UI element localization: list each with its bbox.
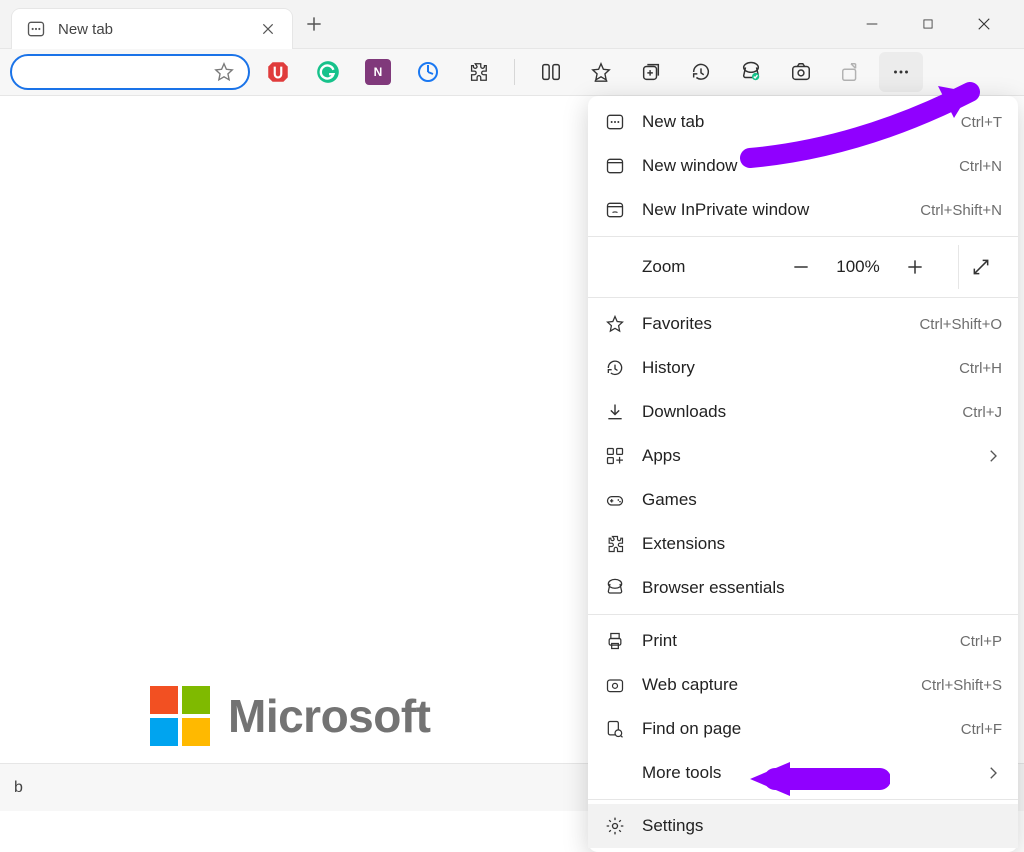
adblock-extension-icon[interactable] <box>256 52 300 92</box>
menu-item-history[interactable]: History Ctrl+H <box>588 346 1018 390</box>
onenote-extension-icon[interactable]: N <box>356 52 400 92</box>
games-icon <box>604 489 626 511</box>
app-menu: New tab Ctrl+T New window Ctrl+N New InP… <box>588 96 1018 852</box>
toolbar-separator <box>514 59 515 85</box>
zoom-value: 100% <box>832 257 884 277</box>
shortcut-text: Ctrl+Shift+N <box>920 202 1002 219</box>
window-close-button[interactable] <box>956 0 1012 48</box>
shortcut-text: Ctrl+F <box>961 721 1002 738</box>
shortcut-text: Ctrl+J <box>962 404 1002 421</box>
fullscreen-button[interactable] <box>958 245 1002 289</box>
tab-close-button[interactable] <box>258 19 278 39</box>
menu-item-print[interactable]: Print Ctrl+P <box>588 619 1018 663</box>
address-bar[interactable] <box>10 54 250 90</box>
history-button[interactable] <box>679 52 723 92</box>
bottom-bar-text: b <box>14 779 23 797</box>
shortcut-text: Ctrl+Shift+S <box>921 677 1002 694</box>
privacy-extension-icon[interactable] <box>406 52 450 92</box>
split-screen-button[interactable] <box>529 52 573 92</box>
menu-item-browser-essentials[interactable]: Browser essentials <box>588 566 1018 610</box>
grammarly-extension-icon[interactable] <box>306 52 350 92</box>
inprivate-icon <box>604 199 626 221</box>
shortcut-text: Ctrl+H <box>959 360 1002 377</box>
menu-separator <box>588 297 1018 298</box>
favorites-button[interactable] <box>579 52 623 92</box>
menu-separator <box>588 236 1018 237</box>
extensions-icon <box>604 533 626 555</box>
zoom-out-button[interactable] <box>784 250 818 284</box>
downloads-icon <box>604 401 626 423</box>
collections-button[interactable] <box>629 52 673 92</box>
chevron-right-icon <box>984 447 1002 465</box>
new-tab-page-icon <box>26 19 46 39</box>
favorite-star-icon[interactable] <box>212 60 236 84</box>
shortcut-text: Ctrl+P <box>960 633 1002 650</box>
title-bar: New tab <box>0 0 1024 48</box>
menu-item-web-capture[interactable]: Web capture Ctrl+Shift+S <box>588 663 1018 707</box>
history-icon <box>604 357 626 379</box>
settings-icon <box>604 815 626 837</box>
menu-item-new-inprivate[interactable]: New InPrivate window Ctrl+Shift+N <box>588 188 1018 232</box>
microsoft-logo-text: Microsoft <box>228 689 431 743</box>
shortcut-text: Ctrl+Shift+O <box>919 316 1002 333</box>
new-tab-button[interactable] <box>292 4 336 44</box>
browser-essentials-icon <box>604 577 626 599</box>
menu-item-downloads[interactable]: Downloads Ctrl+J <box>588 390 1018 434</box>
menu-item-zoom: Zoom 100% <box>588 241 1018 293</box>
window-minimize-button[interactable] <box>844 0 900 48</box>
blank-icon <box>604 762 626 784</box>
menu-item-favorites[interactable]: Favorites Ctrl+Shift+O <box>588 302 1018 346</box>
apps-icon <box>604 445 626 467</box>
microsoft-logo-icon <box>150 686 210 746</box>
menu-item-find-on-page[interactable]: Find on page Ctrl+F <box>588 707 1018 751</box>
window-maximize-button[interactable] <box>900 0 956 48</box>
browser-tab[interactable]: New tab <box>12 9 292 49</box>
web-capture-icon <box>604 674 626 696</box>
menu-item-apps[interactable]: Apps <box>588 434 1018 478</box>
print-icon <box>604 630 626 652</box>
zoom-in-button[interactable] <box>898 250 932 284</box>
annotation-arrow-bottom <box>740 754 890 804</box>
menu-item-games[interactable]: Games <box>588 478 1018 522</box>
extensions-button[interactable] <box>456 52 500 92</box>
find-icon <box>604 718 626 740</box>
menu-item-extensions[interactable]: Extensions <box>588 522 1018 566</box>
new-window-icon <box>604 155 626 177</box>
favorites-icon <box>604 313 626 335</box>
annotation-arrow-top <box>740 78 1010 168</box>
tab-title: New tab <box>58 21 246 38</box>
microsoft-logo: Microsoft <box>150 686 431 746</box>
new-tab-icon <box>604 111 626 133</box>
chevron-right-icon <box>984 764 1002 782</box>
menu-separator <box>588 614 1018 615</box>
